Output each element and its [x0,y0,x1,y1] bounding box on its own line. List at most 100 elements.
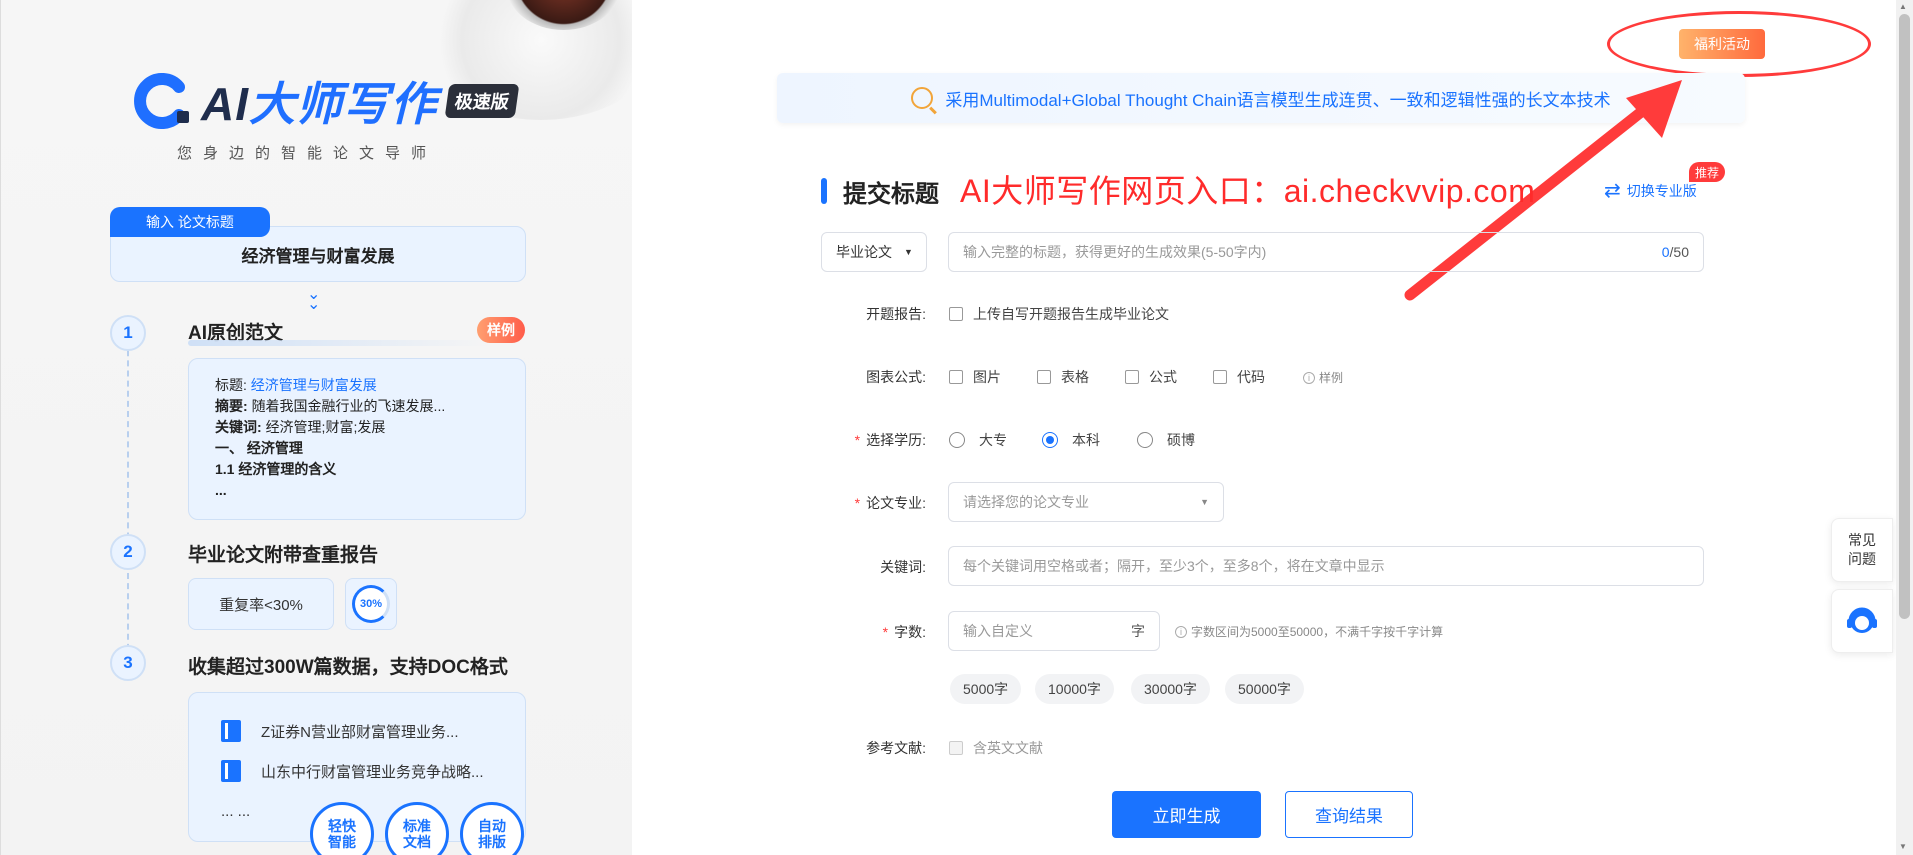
radio-icon [1137,432,1153,448]
word-chip-30000[interactable]: 30000字 [1131,674,1210,704]
title-placeholder: 输入完整的标题，获得更好的生成效果(5-50字内) [963,244,1267,260]
caret-down-icon: ▼ [904,247,913,257]
keywords-label: 关键词: [880,559,926,575]
info-icon: i [1175,625,1187,638]
generate-button[interactable]: 立即生成 [1112,791,1261,838]
major-label: * 论文专业: [816,493,926,513]
sample-line-2: 1.1 经济管理的含义 [215,461,337,477]
logo-ai: AI [201,78,249,130]
words-suffix: 字 [1131,623,1145,639]
option-label: 代码 [1237,369,1265,385]
proposal-checkbox[interactable]: 上传自写开题报告生成毕业论文 [949,304,1169,324]
feature-label: 轻快 智能 [328,818,356,850]
checkbox-icon [1213,370,1227,384]
word-chip-50000[interactable]: 50000字 [1225,674,1304,704]
scroll-down-icon[interactable]: ▼ [1899,842,1907,851]
chevrons-down-icon: ⌄ ⌄ [307,286,321,313]
word-chip-5000[interactable]: 5000字 [950,674,1022,704]
major-select[interactable]: 请选择您的论文专业 ▼ [948,482,1224,522]
word-chip-10000[interactable]: 10000字 [1035,674,1114,704]
doc-item-label: Z证券N营业部财富管理业务... [261,723,459,741]
faq-button[interactable]: 常见 问题 [1831,518,1893,582]
words-label-text: 字数: [894,624,926,640]
customer-service-button[interactable] [1831,589,1893,653]
sample-keywords-value: 经济管理;财富;发展 [265,419,386,435]
option-code-checkbox[interactable]: 代码 [1213,367,1265,387]
keywords-input[interactable]: 每个关键词用空格或者；隔开，至少3个，至多8个，将在文章中显示 [948,546,1704,586]
logo-mark-icon [134,73,189,129]
logo: AI大师写作 极速版 [133,68,520,134]
radio-selected-icon [1042,432,1058,448]
option-table-checkbox[interactable]: 表格 [1037,367,1089,387]
caret-down-icon: ▼ [1200,497,1209,507]
logo-text: AI大师写作 [201,68,437,134]
major-placeholder: 请选择您的论文专业 [963,494,1089,510]
sample-abstract-value: 随着我国金融行业的飞速发展... [251,398,446,414]
query-results-button[interactable]: 查询结果 [1285,791,1413,838]
degree-label: * 选择学历: [816,430,926,450]
sample-line-1: 一、 经济管理 [215,440,303,456]
major-label-text: 论文专业: [866,495,926,511]
checkbox-icon [1125,370,1139,384]
sample-line-3: ... [215,482,227,498]
required-mark: * [854,432,861,448]
option-label: 表格 [1061,369,1089,385]
words-hint: i 字数区间为5000至50000，不满千字按千字计算 [1175,623,1443,640]
option-label: 图片 [973,369,1001,385]
degree-radio-bachelor[interactable]: 本科 [1042,430,1100,450]
title-input[interactable]: 输入完整的标题，获得更好的生成效果(5-50字内) 0/50 [948,232,1704,272]
sample-badge[interactable]: 样例 [477,317,525,343]
scrollbar-thumb[interactable] [1899,14,1910,619]
option-formula-checkbox[interactable]: 公式 [1125,367,1177,387]
option-label: 公式 [1149,369,1177,385]
words-placeholder: 输入自定义 [963,623,1033,639]
english-refs-checkbox[interactable]: 含英文文献 [949,738,1043,758]
feature-label: 标准 文档 [403,818,431,850]
rate-ring-icon: 30% [352,585,390,623]
checkbox-icon [949,370,963,384]
paper-type-select[interactable]: 毕业论文 ▼ [821,232,927,272]
degree-radio-junior[interactable]: 大专 [949,430,1007,450]
annotation-overlay-text: AI大师写作网页入口：ai.checkvvip.com [960,173,1536,209]
input-title-tab: 输入 论文标题 [110,207,270,237]
paper-type-value: 毕业论文 [836,244,892,260]
references-label: 参考文献: [866,740,926,756]
duplicate-rate-card: 重复率<30% [188,578,334,630]
step-title-3: 收集超过300W篇数据，支持DOC格式 [188,657,508,678]
step-underline [188,340,488,346]
step-number-1: 1 [110,315,146,351]
annotation-ellipse [1607,11,1871,77]
words-input[interactable]: 输入自定义 字 [948,611,1160,651]
chart-formula-label: 图表公式: [866,369,926,385]
step-number-3: 3 [110,645,146,681]
chart-sample-hint[interactable]: i 样例 [1303,369,1343,386]
magnifier-icon [911,87,934,109]
radio-label: 大专 [979,432,1007,448]
scroll-up-icon[interactable]: ▲ [1899,2,1907,11]
radio-icon [949,432,965,448]
feature-label: 自动 排版 [478,818,506,850]
steps-connector [127,330,129,660]
step-number-2: 2 [110,534,146,570]
left-intro-panel: AI大师写作 极速版 您身边的智能论文导师 经济管理与财富发展 输入 论文标题 … [0,0,632,855]
option-image-checkbox[interactable]: 图片 [949,367,1001,387]
sample-abstract-label: 摘要: [215,398,248,414]
required-mark: * [882,624,889,640]
rate-ring-card: 30% [345,578,397,630]
switch-pro-link[interactable]: ⇄ 切换专业版 [1604,178,1697,203]
logo-title: 大师写作 [249,78,437,130]
sample-essay-card: 标题: 经济管理与财富发展 摘要: 随着我国金融行业的飞速发展... 关键词: … [188,358,526,520]
doc-item-more: ... ... [221,802,251,820]
required-mark: * [854,495,861,511]
book-icon [221,760,241,782]
info-icon: i [1303,371,1315,384]
degree-radio-master[interactable]: 硕博 [1137,430,1195,450]
checkbox-icon [949,741,963,755]
sample-keywords-label: 关键词: [215,419,262,435]
radio-label: 本科 [1072,432,1100,448]
faq-label: 常见 问题 [1848,532,1876,567]
switch-pro-label: 切换专业版 [1626,182,1697,199]
keywords-placeholder: 每个关键词用空格或者；隔开，至少3个，至多8个，将在文章中显示 [963,558,1385,574]
section-accent-bar [821,178,827,204]
headset-icon [1847,607,1877,633]
